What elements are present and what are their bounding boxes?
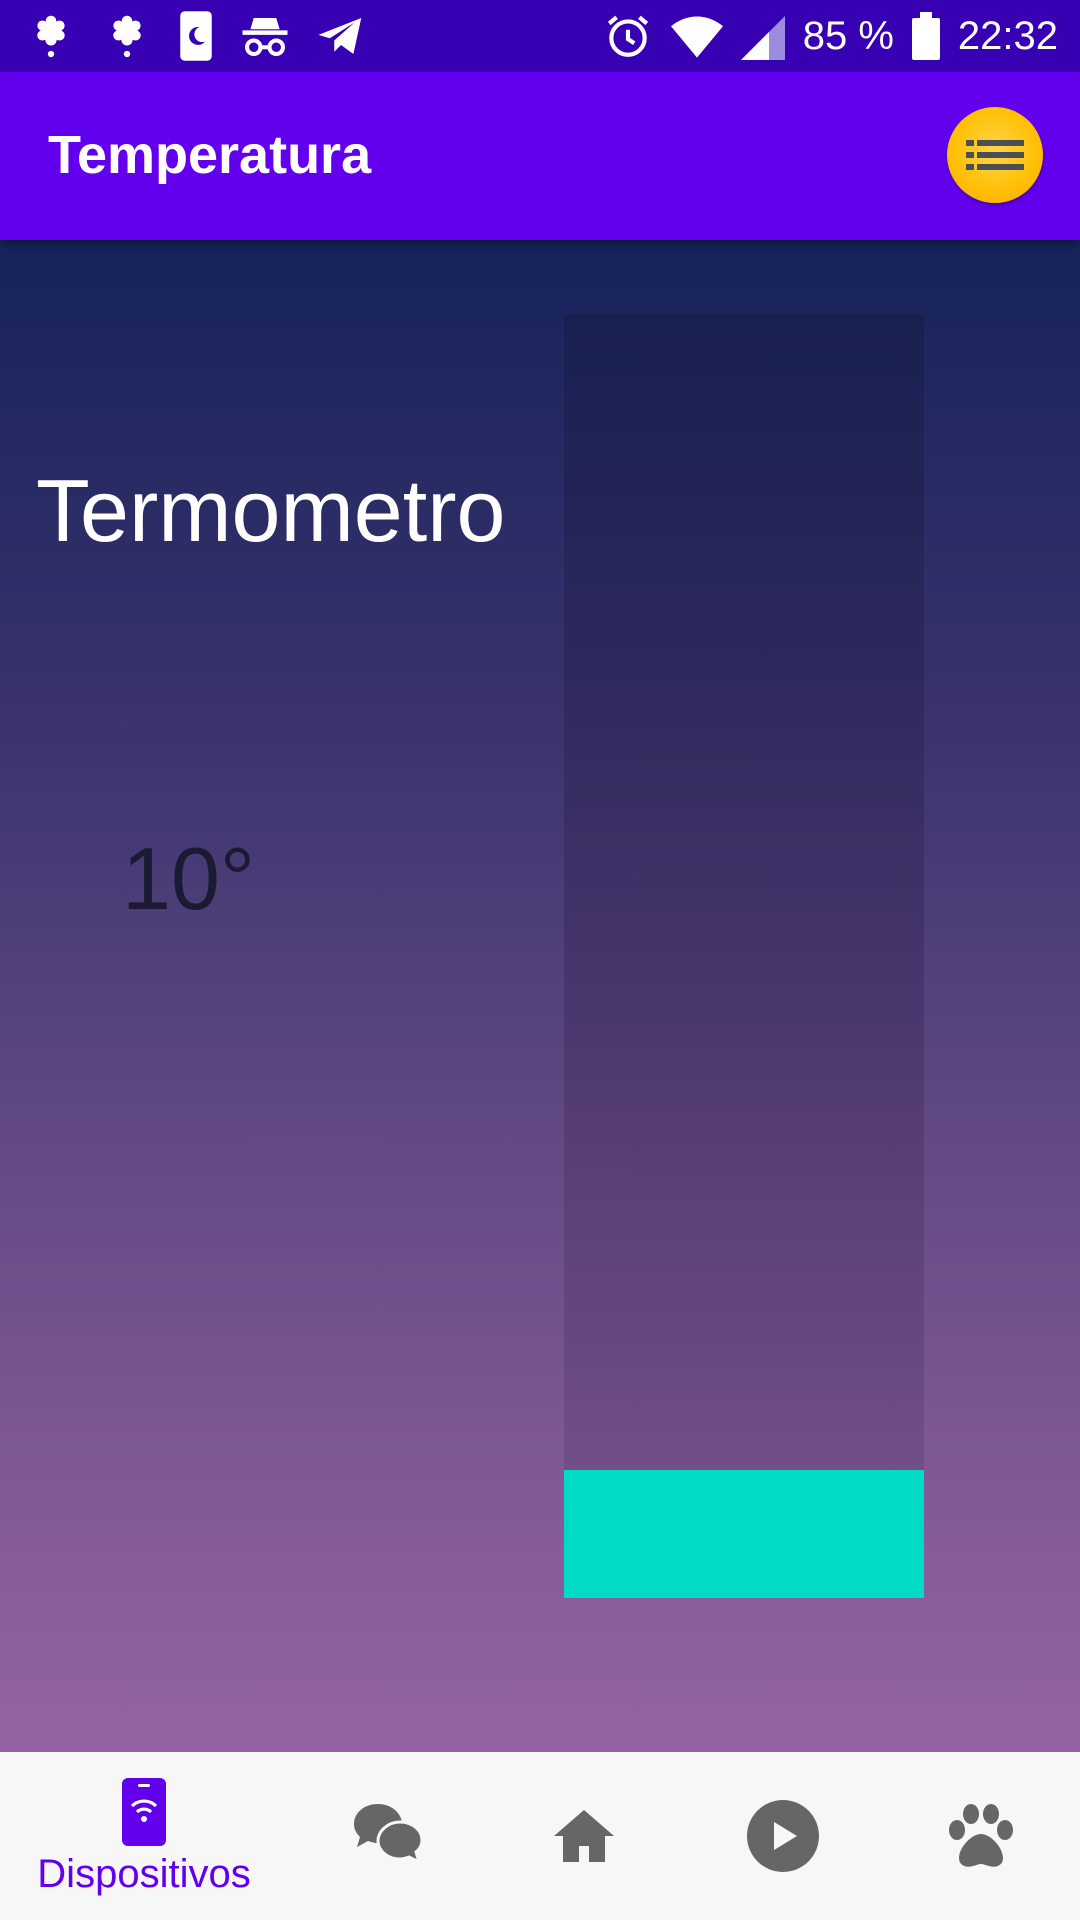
page-title: Temperatura xyxy=(48,125,372,185)
bottom-navigation: Dispositivos xyxy=(0,1752,1080,1920)
nav-item-home[interactable] xyxy=(524,1752,644,1920)
system-icons: 85 % 22:32 xyxy=(603,8,1058,64)
cell-signal-icon xyxy=(740,16,785,60)
alarm-icon xyxy=(607,15,648,57)
temperature-value: 10° xyxy=(122,829,256,928)
nav-label-dispositivos: Dispositivos xyxy=(37,1852,251,1896)
thermometer-bar xyxy=(564,314,924,1598)
flower-notification-icon xyxy=(37,15,65,58)
nav-item-chat[interactable] xyxy=(328,1752,448,1920)
list-menu-icon xyxy=(966,140,1024,170)
clock-time: 22:32 xyxy=(957,13,1058,58)
wifi-icon xyxy=(670,16,723,58)
incognito-icon xyxy=(242,18,288,57)
paw-icon xyxy=(949,1804,1013,1867)
menu-button[interactable] xyxy=(947,107,1043,203)
app-bar: Temperatura xyxy=(0,72,1080,240)
notification-icons xyxy=(24,8,368,64)
status-bar: 85 % 22:32 xyxy=(0,0,1080,72)
nav-item-dispositivos[interactable]: Dispositivos xyxy=(24,1752,264,1920)
smartphone-wifi-icon xyxy=(122,1778,166,1846)
flower-notification-icon xyxy=(113,15,141,58)
phone-night-icon xyxy=(180,11,212,61)
battery-percent: 85 % xyxy=(802,13,894,58)
nav-item-play[interactable] xyxy=(723,1752,843,1920)
battery-icon xyxy=(911,12,940,60)
telegram-icon xyxy=(318,18,362,54)
chat-bubbles-icon xyxy=(354,1804,424,1865)
nav-item-pets[interactable] xyxy=(921,1752,1041,1920)
thermometer-screen: Termometro 10° xyxy=(0,240,1080,1752)
home-icon xyxy=(554,1810,614,1862)
play-circle-icon xyxy=(747,1800,819,1872)
thermometer-heading: Termometro xyxy=(36,461,506,560)
thermometer-level-fill xyxy=(564,1469,924,1598)
